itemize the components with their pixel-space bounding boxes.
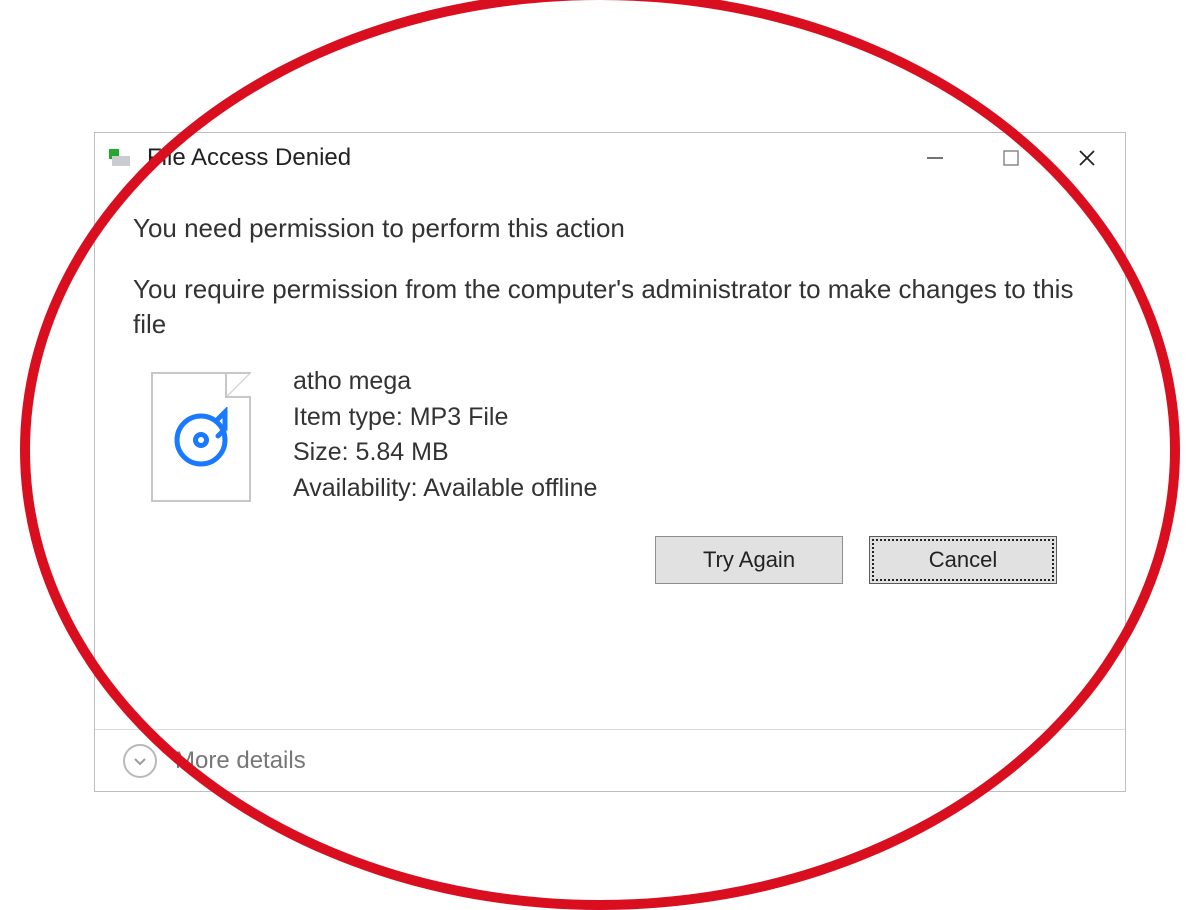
minimize-icon: [925, 148, 945, 168]
file-availability-row: Availability: Available offline: [293, 471, 597, 507]
close-icon: [1077, 148, 1097, 168]
file-metadata: atho mega Item type: MP3 File Size: 5.84…: [293, 364, 597, 506]
window-title: File Access Denied: [147, 144, 897, 172]
more-details-label[interactable]: More details: [175, 747, 306, 775]
file-size-label: Size:: [293, 438, 349, 466]
file-type-label: Item type:: [293, 403, 403, 431]
minimize-button[interactable]: [897, 133, 973, 183]
permission-description: You require permission from the computer…: [133, 272, 1087, 342]
file-type-value: MP3 File: [410, 403, 509, 431]
file-size-value: 5.84 MB: [356, 438, 449, 466]
app-icon: [109, 146, 133, 170]
dialog-footer: More details: [95, 729, 1125, 791]
close-button[interactable]: [1049, 133, 1125, 183]
maximize-button[interactable]: [973, 133, 1049, 183]
file-availability-label: Availability:: [293, 474, 418, 502]
title-bar: File Access Denied: [95, 133, 1125, 183]
permission-heading: You need permission to perform this acti…: [133, 213, 1087, 244]
file-name: atho mega: [293, 364, 597, 400]
maximize-icon: [1001, 148, 1021, 168]
try-again-button[interactable]: Try Again: [655, 536, 843, 584]
dialog-content: You need permission to perform this acti…: [95, 183, 1125, 584]
file-type-row: Item type: MP3 File: [293, 400, 597, 436]
chevron-down-icon: [132, 753, 148, 769]
file-availability-value: Available offline: [423, 474, 597, 502]
expand-details-toggle[interactable]: [123, 744, 157, 778]
cancel-button[interactable]: Cancel: [869, 536, 1057, 584]
file-info-row: atho mega Item type: MP3 File Size: 5.84…: [151, 364, 1087, 506]
button-row: Try Again Cancel: [133, 536, 1087, 584]
dialog-window: File Access Denied You need permission t…: [94, 132, 1126, 792]
file-icon: [151, 372, 251, 502]
window-controls: [897, 133, 1125, 183]
media-disc-icon: [168, 407, 234, 473]
file-size-row: Size: 5.84 MB: [293, 435, 597, 471]
